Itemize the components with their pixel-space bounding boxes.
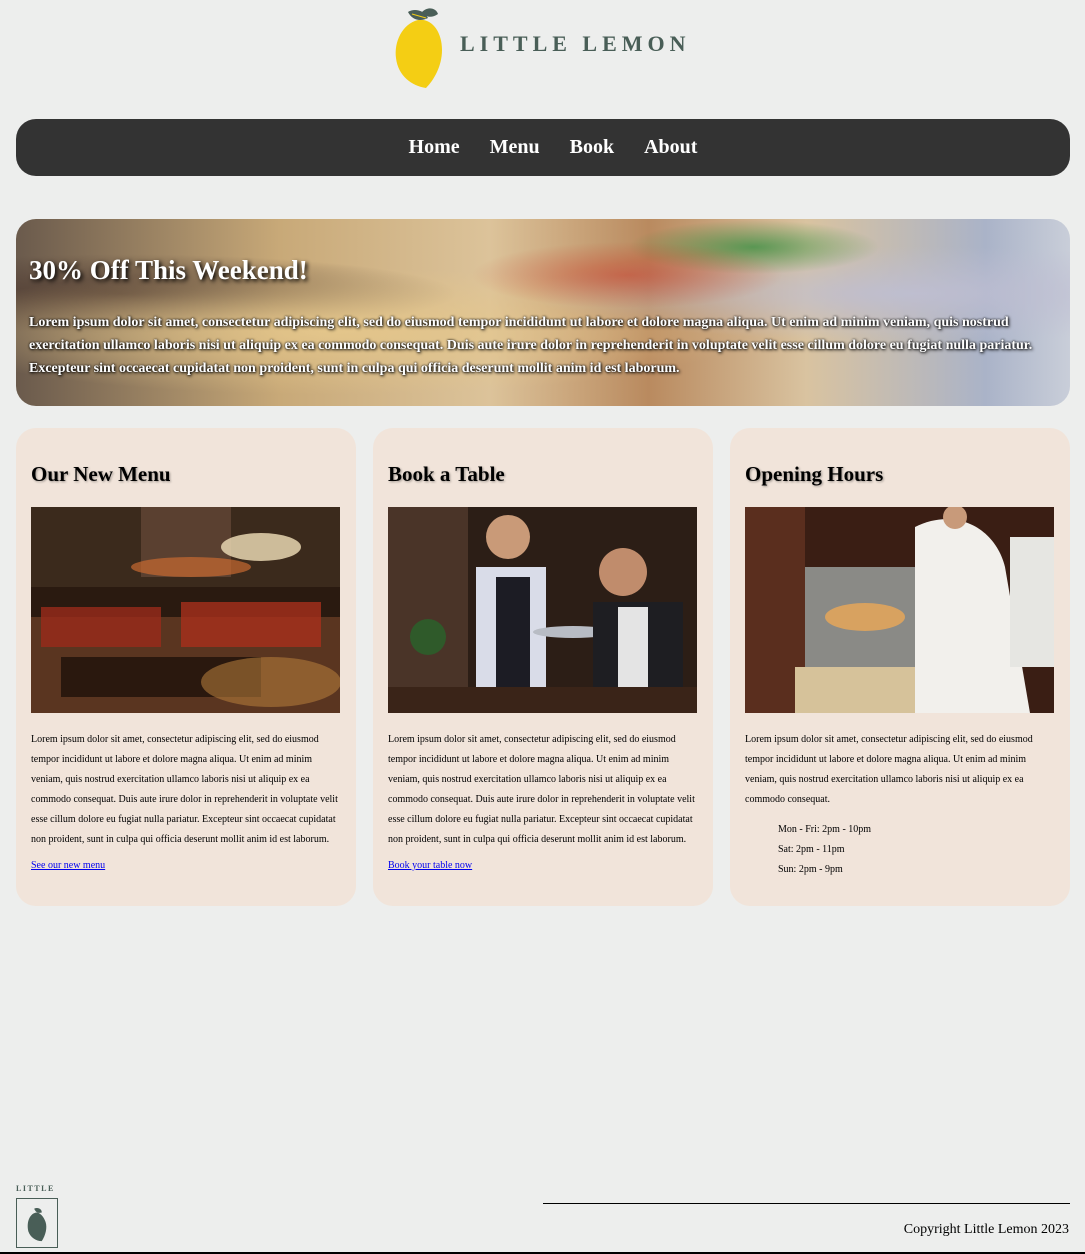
- nav-item-home[interactable]: Home: [409, 136, 460, 158]
- opening-hours-list: Mon - Fri: 2pm - 10pm Sat: 2pm - 11pm Su…: [778, 820, 871, 880]
- see-menu-link[interactable]: See our new menu: [31, 860, 105, 871]
- waiter-serving-image: [388, 507, 697, 713]
- book-table-link[interactable]: Book your table now: [388, 860, 472, 871]
- card-text: Lorem ipsum dolor sit amet, consectetur …: [745, 734, 1033, 805]
- lemon-icon: [27, 1207, 47, 1242]
- hours-weekdays: Mon - Fri: 2pm - 10pm: [778, 824, 872, 835]
- card-title: Our New Menu: [31, 462, 171, 486]
- card-title: Opening Hours: [745, 462, 884, 486]
- restaurant-interior-image: [31, 507, 340, 713]
- promo-title: 30% Off This Weekend!: [29, 255, 308, 285]
- chef-kitchen-image: [745, 507, 1054, 713]
- main-nav: Home Menu Book About: [16, 119, 1070, 176]
- footer-logo-text: LITTLE: [16, 1184, 55, 1193]
- card-book-table: Book a Table Lorem ipsum dolor sit amet,…: [373, 428, 713, 906]
- logo-text: LITTLE LEMON: [460, 31, 691, 56]
- hours-saturday: Sat: 2pm - 11pm: [778, 844, 845, 855]
- nav-item-about[interactable]: About: [644, 136, 697, 158]
- nav-item-book[interactable]: Book: [570, 136, 614, 158]
- hours-sunday: Sun: 2pm - 9pm: [778, 864, 843, 875]
- copyright-text: Copyright Little Lemon 2023: [903, 1222, 1069, 1237]
- site-logo[interactable]: LITTLE LEMON: [392, 6, 702, 90]
- lemon-icon: [395, 8, 442, 88]
- promo-banner: 30% Off This Weekend! Lorem ipsum dolor …: [16, 219, 1070, 406]
- nav-item-menu[interactable]: Menu: [490, 136, 540, 158]
- card-text: Lorem ipsum dolor sit amet, consectetur …: [31, 734, 338, 845]
- card-new-menu: Our New Menu Lorem ipsum dolor sit amet,…: [16, 428, 356, 906]
- card-title: Book a Table: [388, 462, 505, 486]
- card-opening-hours: Opening Hours Lorem ipsum dolor sit amet…: [730, 428, 1070, 906]
- card-text: Lorem ipsum dolor sit amet, consectetur …: [388, 734, 695, 845]
- footer-divider: [543, 1203, 1070, 1204]
- promo-text: Lorem ipsum dolor sit amet, consectetur …: [29, 315, 1033, 376]
- footer-logo-box: [16, 1198, 58, 1248]
- footer-logo[interactable]: LITTLE: [16, 1184, 60, 1250]
